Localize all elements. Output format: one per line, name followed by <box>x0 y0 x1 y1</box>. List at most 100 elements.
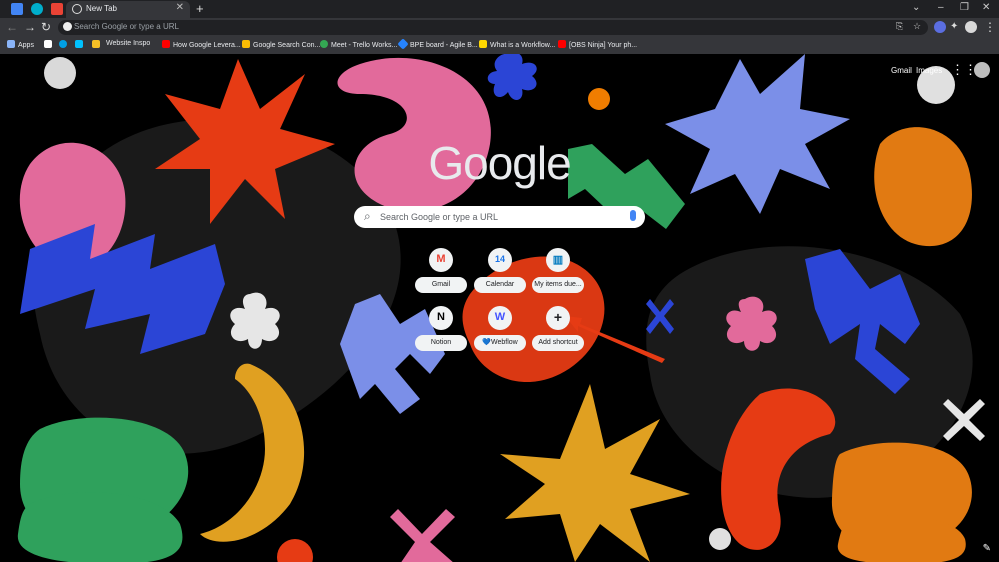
trello-icon: ▥ <box>552 254 564 266</box>
red-dot-shape <box>277 539 313 562</box>
forward-button[interactable]: → <box>24 20 36 34</box>
bookmark-label: BPE board - Agile B... <box>410 42 478 49</box>
bookmark-search-console[interactable]: Google Search Con... <box>242 40 320 49</box>
bookmark-workflow[interactable]: What is a Workflow... <box>479 40 555 49</box>
bookmark-trello[interactable] <box>59 40 70 49</box>
pinned-tab-trello-icon[interactable] <box>31 3 43 15</box>
white-dot-shape <box>709 528 731 550</box>
bookmark-label: How Google Levera... <box>173 42 241 49</box>
toolbar: ← → ↻ Search Google or type a URL ⎘ ☆ ✦ … <box>0 18 999 37</box>
search-box[interactable]: ⌕ Search Google or type a URL <box>354 206 645 228</box>
minimize-button[interactable]: – <box>938 2 944 13</box>
extensions-puzzle-icon[interactable]: ✦ <box>950 21 958 32</box>
calendar-icon: 14 <box>494 254 505 264</box>
tab-title: New Tab <box>86 4 117 13</box>
shortcut-icon-circle: W <box>488 306 512 330</box>
add-shortcut-button[interactable]: + Add shortcut <box>532 306 584 364</box>
search-console-icon <box>242 40 250 48</box>
workflow-icon <box>479 40 487 48</box>
google-logo: Google <box>428 137 571 189</box>
meet-icon <box>320 40 328 48</box>
pink-x-shape <box>390 509 455 562</box>
white-dot-shape <box>44 57 76 89</box>
shortcut-label: My items due... <box>532 277 584 293</box>
jira-icon <box>397 38 409 50</box>
blue-flower-shape <box>487 54 537 100</box>
bookmark-label: Website Inspo <box>106 40 151 47</box>
close-icon[interactable]: ✕ <box>176 2 184 13</box>
search-icon: ⌕ <box>364 209 371 223</box>
browser-chrome: New Tab ✕ + ⌄ – ❐ ✕ ← → ↻ Search Google … <box>0 0 999 54</box>
extension-icon[interactable] <box>934 21 946 33</box>
bookmark-meet-trello[interactable]: Meet - Trello Works... <box>320 40 397 49</box>
shortcut-notion[interactable]: N Notion <box>415 306 467 364</box>
notion-icon: N <box>437 311 445 323</box>
shortcut-label: Notion <box>415 335 467 351</box>
address-bar[interactable]: Search Google or type a URL ⎘ ☆ <box>58 20 928 35</box>
webflow-icon: W <box>494 311 506 323</box>
account-avatar[interactable] <box>974 62 990 78</box>
window-close-button[interactable]: ✕ <box>982 2 990 13</box>
bookmark-how-google[interactable]: How Google Levera... <box>162 40 241 49</box>
address-bar-placeholder: Search Google or type a URL <box>74 22 179 31</box>
youtube-icon <box>558 40 566 48</box>
youtube-icon <box>162 40 170 48</box>
pinned-tab-calendar-icon[interactable] <box>11 3 23 15</box>
shortcut-label: 💙Webflow <box>474 335 526 351</box>
bookmark-label: Meet - Trello Works... <box>331 42 398 49</box>
customize-pencil-icon[interactable]: ✎ <box>983 543 991 554</box>
bookmark-apps[interactable]: Apps <box>7 40 34 49</box>
new-tab-page: Gmail Images ⋮⋮ Google ⌕ Search Google o… <box>0 54 999 562</box>
tab-strip: New Tab ✕ + ⌄ – ❐ ✕ <box>0 0 999 18</box>
bookmark-notion[interactable] <box>44 40 55 49</box>
images-link[interactable]: Images <box>916 66 942 75</box>
bookmark-label: Google Search Con... <box>253 42 321 49</box>
webflow-icon <box>75 40 83 48</box>
menu-icon[interactable]: ⋮ <box>984 20 996 34</box>
shortcut-icon-circle: 14 <box>488 248 512 272</box>
plus-icon: + <box>553 309 563 325</box>
tab-search-icon[interactable]: ⌄ <box>912 2 920 13</box>
profile-icon[interactable] <box>965 21 977 33</box>
shortcut-icon-circle: M <box>429 248 453 272</box>
bookmarks-bar: Apps Website Inspo How Google Levera... … <box>0 37 999 54</box>
shortcut-label: Gmail <box>415 277 467 293</box>
orange-dot-shape <box>588 88 610 110</box>
shortcut-my-items[interactable]: ▥ My items due... <box>532 248 584 306</box>
shortcut-calendar[interactable]: 14 Calendar <box>474 248 526 306</box>
gmail-link[interactable]: Gmail <box>891 66 912 75</box>
pinned-tab-gmail-icon[interactable] <box>51 3 63 15</box>
bookmark-label: What is a Workflow... <box>490 42 556 49</box>
trello-icon <box>59 40 67 48</box>
shortcut-icon-circle: ▥ <box>546 248 570 272</box>
back-button[interactable]: ← <box>6 20 18 34</box>
shortcut-webflow[interactable]: W 💙Webflow <box>474 306 526 364</box>
notion-icon <box>44 40 52 48</box>
bookmark-obs-ninja[interactable]: [OBS Ninja] Your ph... <box>558 40 637 49</box>
search-input[interactable]: Search Google or type a URL <box>380 212 498 222</box>
bookmark-website-inspo[interactable]: Website Inspo <box>106 40 150 47</box>
folder-icon <box>92 40 100 48</box>
bookmark-label: [OBS Ninja] Your ph... <box>569 42 638 49</box>
microphone-icon[interactable] <box>630 210 636 221</box>
restore-button[interactable]: ❐ <box>960 2 969 13</box>
shortcut-icon-circle: N <box>429 306 453 330</box>
bookmark-webflow[interactable] <box>75 40 86 49</box>
bookmark-bpe-board[interactable]: BPE board - Agile B... <box>397 38 478 50</box>
new-tab-button[interactable]: + <box>196 1 204 16</box>
gmail-icon: M <box>436 253 446 265</box>
chrome-icon <box>72 4 82 14</box>
bookmark-folder[interactable] <box>92 40 103 49</box>
shortcut-label: Calendar <box>474 277 526 293</box>
share-icon[interactable]: ⎘ <box>896 21 903 32</box>
periwinkle-starburst-shape <box>665 54 850 214</box>
reload-button[interactable]: ↻ <box>41 20 51 34</box>
shortcut-label: Add shortcut <box>532 335 584 351</box>
shortcut-icon-circle: + <box>546 306 570 330</box>
shortcut-gmail[interactable]: M Gmail <box>415 248 467 306</box>
apps-grid-icon <box>7 40 15 48</box>
tab-new-tab[interactable]: New Tab ✕ <box>66 1 190 18</box>
google-g-icon <box>63 22 72 31</box>
bookmark-label: Apps <box>18 42 34 49</box>
bookmark-star-icon[interactable]: ☆ <box>913 21 921 32</box>
